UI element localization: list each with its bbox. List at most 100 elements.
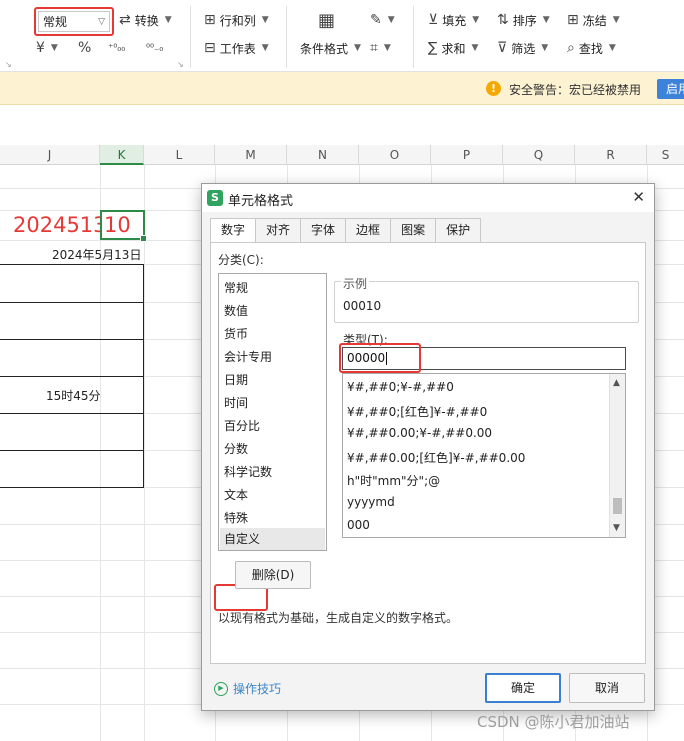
search-icon: ⌕ [567,40,575,56]
tips-link[interactable]: ▶ 操作技巧 [214,680,281,697]
format-list-scrollbar[interactable]: ▲ ▼ [609,374,625,537]
column-header-q[interactable]: Q [503,145,575,165]
date-cell[interactable]: 2024年5月13日 [52,246,141,263]
conditional-format-icon-button[interactable]: ▦ [318,9,335,31]
tab-alignment[interactable]: 对齐 [255,218,302,242]
rows-cols-button[interactable]: ⊞ 行和列 ▼ [204,9,269,31]
increase-decimal-button[interactable]: ⁺⁰₀₀ [108,37,125,59]
format-item[interactable]: yyyymd [347,495,395,509]
ok-button[interactable]: 确定 [485,673,561,703]
currency-button[interactable]: ¥ ▼ [36,37,58,59]
sort-button[interactable]: ⇅ 排序 ▼ [497,9,550,31]
sample-label: 示例 [341,275,370,292]
number-tab-panel: 分类(C): 常规 数值 货币 会计专用 日期 时间 百分比 分数 科学记数 文… [210,242,646,664]
border-icon: ⌗ [370,40,378,56]
freeze-button[interactable]: ⊞ 冻结 ▼ [567,9,620,31]
scrollbar-thumb[interactable] [613,498,622,514]
launcher-icon[interactable]: ↘ [177,60,184,69]
table-border [0,413,144,414]
cell-j-value[interactable]: 2024513 [13,213,107,237]
tab-protection[interactable]: 保护 [435,218,482,242]
delete-button[interactable]: 删除(D) [235,561,311,589]
chevron-down-icon: ▼ [472,15,480,25]
category-item[interactable]: 常规 [224,279,248,296]
format-item[interactable]: h"时"mm"分";@ [347,472,440,489]
worksheet-label: 工作表 [219,41,256,56]
fill-icon: ⊻ [428,12,439,28]
decrease-decimal-button[interactable]: ⁰⁰₋₀ [146,37,163,59]
table-border [0,302,144,303]
tab-border[interactable]: 边框 [345,218,392,242]
find-button[interactable]: ⌕ 查找 ▼ [567,37,616,59]
table-border [0,450,144,451]
format-item[interactable]: ¥#,##0.00;¥-#,##0.00 [347,426,492,440]
conditional-format-label: 条件格式 [300,41,349,56]
column-header-s[interactable]: S [647,145,684,165]
category-item[interactable]: 时间 [224,394,248,411]
launcher-icon[interactable]: ↘ [5,60,12,69]
cell-style-button[interactable]: ✎ ▼ [370,9,395,31]
filter-icon: ⊽ [497,40,508,56]
column-header-l[interactable]: L [144,145,215,165]
category-list[interactable]: 常规 数值 货币 会计专用 日期 时间 百分比 分数 科学记数 文本 特殊 自定… [218,273,327,551]
dialog-titlebar[interactable]: S 单元格格式 ✕ [202,184,654,212]
sum-button[interactable]: ∑ 求和 ▼ [428,37,478,59]
fill-button[interactable]: ⊻ 填充 ▼ [428,9,479,31]
category-item[interactable]: 数值 [224,302,248,319]
gridline [144,165,145,741]
enable-macros-button[interactable]: 启用 [657,79,684,99]
ribbon: 常规 ▽ ⇄ 转换 ▼ ¥ ▼ % ⁺⁰₀₀ ⁰⁰₋₀ ↘ ↘ ⊞ 行和列 ▼ … [0,0,684,72]
tab-pattern[interactable]: 图案 [390,218,437,242]
time-cell[interactable]: 15时45分 [46,387,101,404]
category-item-custom[interactable]: 自定义 [220,528,325,550]
category-item[interactable]: 分数 [224,440,248,457]
increase-decimal-icon: ⁺⁰₀₀ [108,42,126,54]
filter-label: 筛选 [511,41,536,56]
column-header-bar: J K L M N O P Q R S [0,145,684,165]
chevron-down-icon: ▼ [542,15,550,25]
column-header-p[interactable]: P [431,145,503,165]
category-item[interactable]: 科学记数 [224,463,272,480]
column-header-j[interactable]: J [0,145,100,165]
tab-font[interactable]: 字体 [300,218,347,242]
sample-value: 00010 [343,299,382,313]
sigma-icon: ∑ [428,40,438,56]
cancel-button[interactable]: 取消 [569,673,645,703]
rows-cols-icon: ⊞ [204,12,216,28]
category-item[interactable]: 百分比 [224,417,260,434]
category-item[interactable]: 文本 [224,486,248,503]
security-warning-bar: ! 安全警告：宏已经被禁用 [0,72,684,105]
border-button[interactable]: ⌗ ▼ [370,37,391,59]
scroll-up-icon[interactable]: ▲ [613,378,620,388]
format-item[interactable]: 000 [347,518,370,532]
category-item[interactable]: 特殊 [224,509,248,526]
category-item[interactable]: 日期 [224,371,248,388]
format-item[interactable]: ¥#,##0.00;[红色]¥-#,##0.00 [347,449,525,466]
sum-label: 求和 [441,41,466,56]
column-header-n[interactable]: N [287,145,359,165]
category-item[interactable]: 货币 [224,325,248,342]
column-header-m[interactable]: M [215,145,287,165]
format-item[interactable]: ¥#,##0;¥-#,##0 [347,380,454,394]
freeze-label: 冻结 [582,13,607,28]
filter-button[interactable]: ⊽ 筛选 ▼ [497,37,548,59]
ribbon-divider [286,6,287,68]
column-header-r[interactable]: R [575,145,647,165]
convert-button[interactable]: ⇄ 转换 ▼ [119,9,172,31]
format-list[interactable]: ¥#,##0;¥-#,##0 ¥#,##0;[红色]¥-#,##0 ¥#,##0… [342,373,626,538]
column-header-o[interactable]: O [359,145,431,165]
tab-number[interactable]: 数字 [210,218,257,243]
worksheet-button[interactable]: ⊟ 工作表 ▼ [204,37,269,59]
format-item[interactable]: ¥#,##0;[红色]¥-#,##0 [347,403,487,420]
scroll-down-icon[interactable]: ▼ [613,523,620,533]
table-border [0,376,144,377]
tips-label: 操作技巧 [233,682,282,696]
percent-button[interactable]: % [78,37,91,59]
sort-label: 排序 [512,13,537,28]
number-format-dropdown[interactable]: 常规 ▽ [38,11,110,32]
conditional-format-button[interactable]: 条件格式 ▼ [300,37,361,59]
category-item[interactable]: 会计专用 [224,348,272,365]
table-border [0,339,144,340]
column-header-k[interactable]: K [100,145,144,165]
close-icon[interactable]: ✕ [632,188,645,206]
